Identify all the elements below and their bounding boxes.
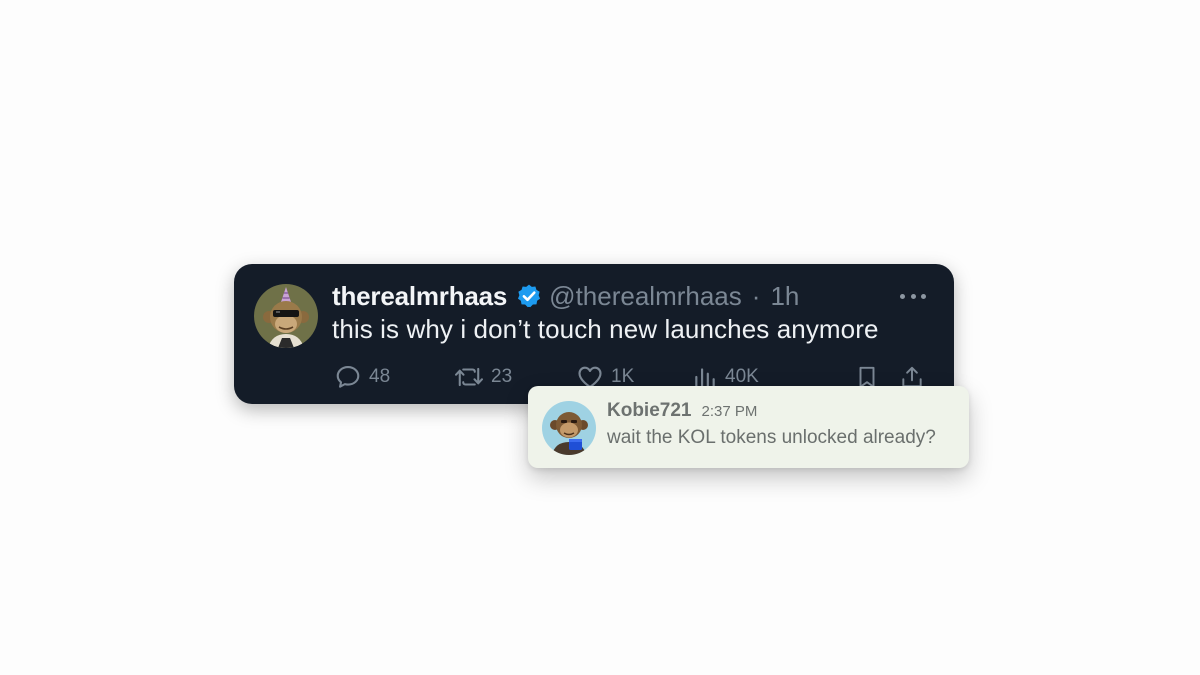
chat-meta: Kobie721 2:37 PM — [607, 400, 757, 422]
ape-avatar-icon — [542, 401, 596, 455]
verified-badge-icon — [516, 283, 542, 309]
retweet-count: 23 — [491, 366, 513, 387]
tweet-timestamp[interactable]: 1h — [770, 281, 799, 312]
chat-username[interactable]: Kobie721 — [607, 400, 691, 422]
retweet-button[interactable]: 23 — [454, 362, 512, 392]
tweet-card: therealmrhaas @therealmrhaas · 1h this i… — [234, 264, 954, 404]
reply-count: 48 — [369, 366, 391, 387]
user-handle[interactable]: @therealmrhaas — [549, 281, 742, 312]
reply-icon — [336, 366, 360, 388]
chat-avatar[interactable] — [542, 401, 596, 455]
chat-message-card: Kobie721 2:37 PM wait the KOL tokens unl… — [528, 386, 969, 468]
like-count: 1K — [611, 366, 635, 387]
more-options-icon[interactable] — [900, 290, 926, 302]
tweet-avatar[interactable] — [254, 284, 318, 348]
chat-timestamp: 2:37 PM — [701, 403, 758, 420]
views-count: 40K — [725, 366, 759, 387]
chat-message-text: wait the KOL tokens unlocked already? — [607, 427, 936, 448]
tweet-header: therealmrhaas @therealmrhaas · 1h — [332, 278, 799, 314]
reply-button[interactable]: 48 — [334, 362, 390, 392]
canvas: therealmrhaas @therealmrhaas · 1h this i… — [0, 0, 1200, 675]
ape-avatar-icon — [254, 284, 318, 348]
retweet-icon — [455, 367, 483, 387]
separator-dot: · — [751, 280, 761, 311]
tweet-text: this is why i don’t touch new launches a… — [332, 314, 879, 344]
display-name[interactable]: therealmrhaas — [332, 281, 507, 312]
